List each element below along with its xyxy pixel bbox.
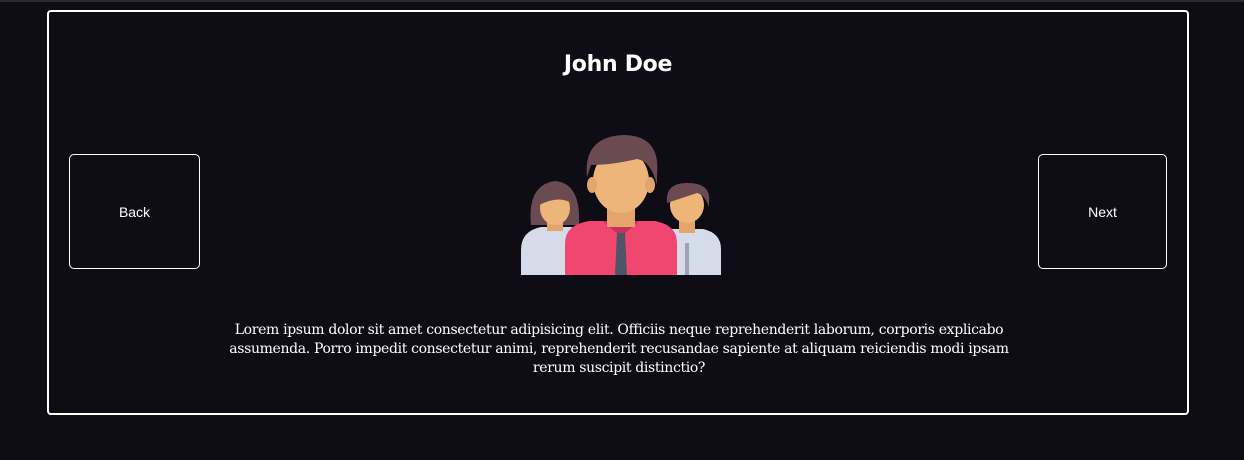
top-divider (0, 0, 1244, 2)
back-button[interactable]: Back (69, 154, 200, 269)
people-group-icon (521, 135, 721, 275)
next-button[interactable]: Next (1038, 154, 1167, 269)
profile-name: John Doe (563, 52, 673, 77)
profile-card: John Doe Back Next Lorem ipsum dolor sit… (47, 10, 1189, 415)
profile-bio: Lorem ipsum dolor sit amet consectetur a… (229, 322, 1009, 376)
man-figure-center (565, 135, 677, 275)
